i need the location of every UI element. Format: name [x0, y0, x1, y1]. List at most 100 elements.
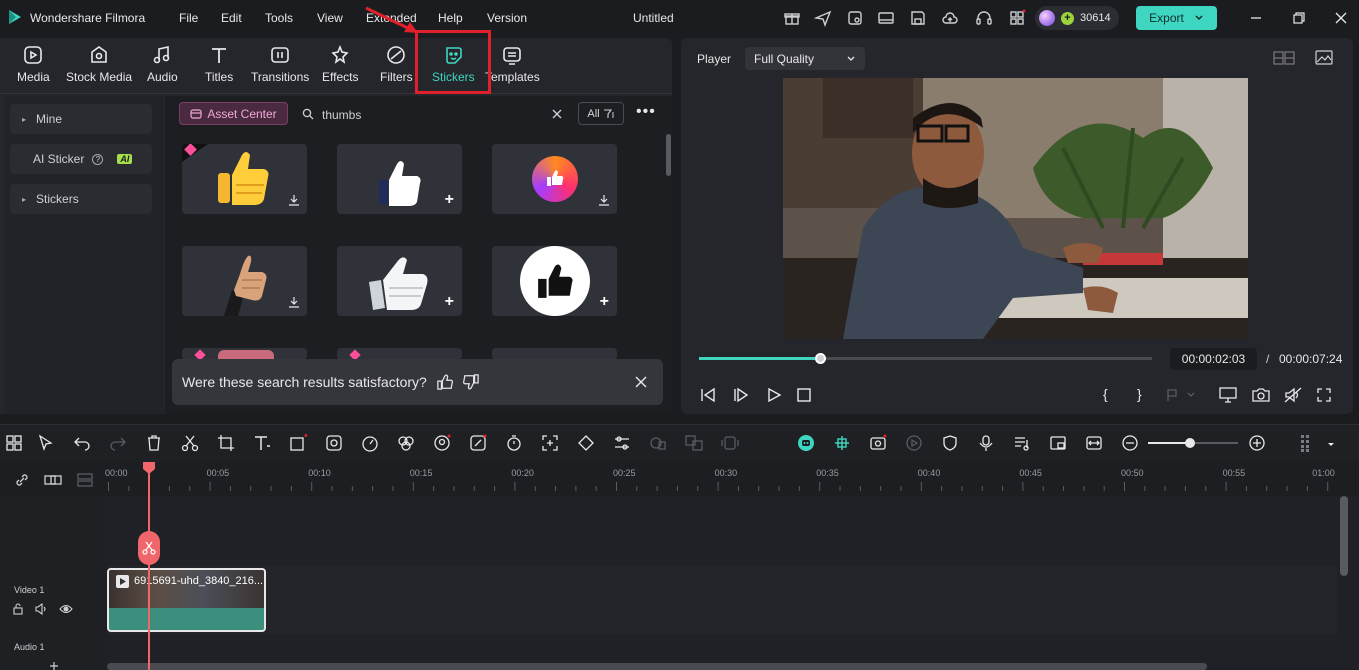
- tab-filters[interactable]: Filters: [380, 44, 413, 84]
- ai-portrait-icon[interactable]: [433, 434, 451, 452]
- render-preview-icon[interactable]: [869, 434, 887, 452]
- search-field[interactable]: thumbs: [300, 102, 572, 125]
- microphone-icon[interactable]: [977, 434, 995, 452]
- results-scrollbar[interactable]: [666, 134, 671, 176]
- playhead-line[interactable]: [148, 470, 150, 670]
- split-scissors-icon[interactable]: [181, 434, 199, 452]
- zoom-out-icon[interactable]: [1121, 434, 1139, 452]
- close-icon[interactable]: [635, 376, 647, 388]
- chevron-down-icon[interactable]: [1326, 439, 1336, 449]
- previous-frame-icon[interactable]: [700, 387, 716, 403]
- menu-help[interactable]: Help: [438, 11, 463, 25]
- auto-beat-icon[interactable]: [905, 434, 923, 452]
- filter-dropdown[interactable]: All: [578, 102, 624, 125]
- fullscreen-icon[interactable]: [1316, 387, 1332, 403]
- visibility-eye-icon[interactable]: [59, 604, 73, 614]
- chevron-down-icon[interactable]: [1194, 13, 1204, 23]
- thumbs-up-icon[interactable]: [437, 374, 453, 390]
- sidebar-item-ai-sticker[interactable]: AI Sticker ? AI: [10, 144, 152, 174]
- sticker-thumbnail[interactable]: [182, 144, 307, 214]
- menu-edit[interactable]: Edit: [221, 11, 242, 25]
- sticker-thumbnail[interactable]: +: [337, 144, 462, 214]
- timeline-menu-icon[interactable]: [1298, 434, 1316, 452]
- menu-version[interactable]: Version: [487, 11, 527, 25]
- fit-timeline-icon[interactable]: [1085, 434, 1103, 452]
- tab-templates[interactable]: Templates: [485, 44, 540, 84]
- snap-magnet-icon[interactable]: [833, 434, 851, 452]
- thumbs-down-icon[interactable]: [462, 374, 479, 390]
- clear-search-icon[interactable]: [552, 109, 562, 119]
- tab-audio[interactable]: Audio: [147, 44, 178, 84]
- cloud-upload-icon[interactable]: [941, 9, 959, 27]
- image-snapshot-icon[interactable]: [1315, 50, 1333, 65]
- timeline-ruler[interactable]: 00:00 00:05 00:10 00:15 00:20 00:25 00:30 00:35…: [0, 462, 1359, 496]
- tab-effects[interactable]: Effects: [322, 44, 358, 84]
- current-time[interactable]: 00:00:02:03: [1170, 348, 1257, 370]
- stop-icon[interactable]: [797, 388, 811, 402]
- timer-icon[interactable]: [505, 434, 523, 452]
- redo-icon[interactable]: [109, 434, 127, 452]
- layout-icon[interactable]: [877, 9, 895, 27]
- help-icon[interactable]: ?: [92, 153, 104, 165]
- stabilize-icon[interactable]: [721, 434, 739, 452]
- split-at-playhead-button[interactable]: [138, 531, 160, 565]
- mark-out-icon[interactable]: }: [1137, 386, 1142, 402]
- shield-icon[interactable]: [941, 434, 959, 452]
- snapshot-camera-icon[interactable]: [1252, 387, 1270, 403]
- video-preview[interactable]: [783, 78, 1248, 339]
- audio-mixer-icon[interactable]: [1013, 434, 1031, 452]
- select-pointer-icon[interactable]: [37, 434, 55, 452]
- send-icon[interactable]: [814, 9, 832, 27]
- track-manager-icon[interactable]: [76, 472, 94, 488]
- play-icon[interactable]: [766, 387, 782, 403]
- download-icon[interactable]: [597, 193, 611, 207]
- asset-center-button[interactable]: Asset Center: [179, 102, 288, 125]
- tab-transitions[interactable]: Transitions: [251, 44, 309, 84]
- video-clip[interactable]: 6915691-uhd_3840_216...: [107, 568, 266, 632]
- sticker-thumbnail[interactable]: +: [337, 246, 462, 316]
- sticker-thumbnail[interactable]: +: [492, 246, 617, 316]
- audio-mute-icon[interactable]: [1284, 387, 1302, 403]
- menu-tools[interactable]: Tools: [265, 11, 293, 25]
- credits-badge[interactable]: + 30614: [1035, 6, 1119, 30]
- save-icon[interactable]: [909, 9, 927, 27]
- tab-media[interactable]: Media: [17, 44, 50, 84]
- sticker-thumbnail[interactable]: [492, 144, 617, 214]
- timeline-vertical-scrollbar[interactable]: [1340, 496, 1348, 576]
- lock-icon[interactable]: [12, 603, 24, 615]
- download-icon[interactable]: [287, 193, 301, 207]
- video-track-lane[interactable]: [107, 566, 1337, 634]
- next-frame-icon[interactable]: [733, 387, 749, 403]
- zoom-slider-handle[interactable]: [1185, 438, 1195, 448]
- playback-track[interactable]: [699, 357, 1152, 360]
- speed-icon[interactable]: [361, 434, 379, 452]
- playhead-marker-icon[interactable]: [143, 462, 155, 474]
- export-button[interactable]: Export: [1136, 6, 1217, 30]
- crop-icon[interactable]: [217, 434, 235, 452]
- text-icon[interactable]: [253, 434, 271, 452]
- zoom-in-icon[interactable]: [1248, 434, 1266, 452]
- color-icon[interactable]: [397, 434, 415, 452]
- display-icon[interactable]: [1219, 387, 1237, 403]
- mark-in-icon[interactable]: {: [1103, 386, 1108, 402]
- auto-reframe-icon[interactable]: [541, 434, 559, 452]
- close-window-icon[interactable]: [1332, 9, 1350, 27]
- quality-select[interactable]: Full Quality: [745, 47, 865, 70]
- compare-view-icon[interactable]: [1273, 51, 1295, 65]
- ai-copilot-icon[interactable]: [797, 434, 815, 452]
- minimize-icon[interactable]: [1247, 9, 1265, 27]
- download-icon[interactable]: [287, 295, 301, 309]
- sidebar-item-mine[interactable]: ▸ Mine: [10, 104, 152, 134]
- menu-file[interactable]: File: [179, 11, 198, 25]
- add-track-icon[interactable]: [44, 472, 62, 488]
- keyframe-icon[interactable]: [577, 434, 595, 452]
- tab-titles[interactable]: Titles: [205, 44, 233, 84]
- track-volume-icon[interactable]: [35, 603, 48, 615]
- ai-effect-icon[interactable]: [649, 434, 667, 452]
- add-audio-track-icon[interactable]: [50, 662, 58, 670]
- more-options-icon[interactable]: •••: [636, 104, 656, 120]
- sidebar-item-stickers[interactable]: ▸ Stickers: [10, 184, 152, 214]
- sticker-thumbnail[interactable]: [182, 246, 307, 316]
- add-icon[interactable]: +: [445, 294, 454, 310]
- undo-icon[interactable]: [73, 434, 91, 452]
